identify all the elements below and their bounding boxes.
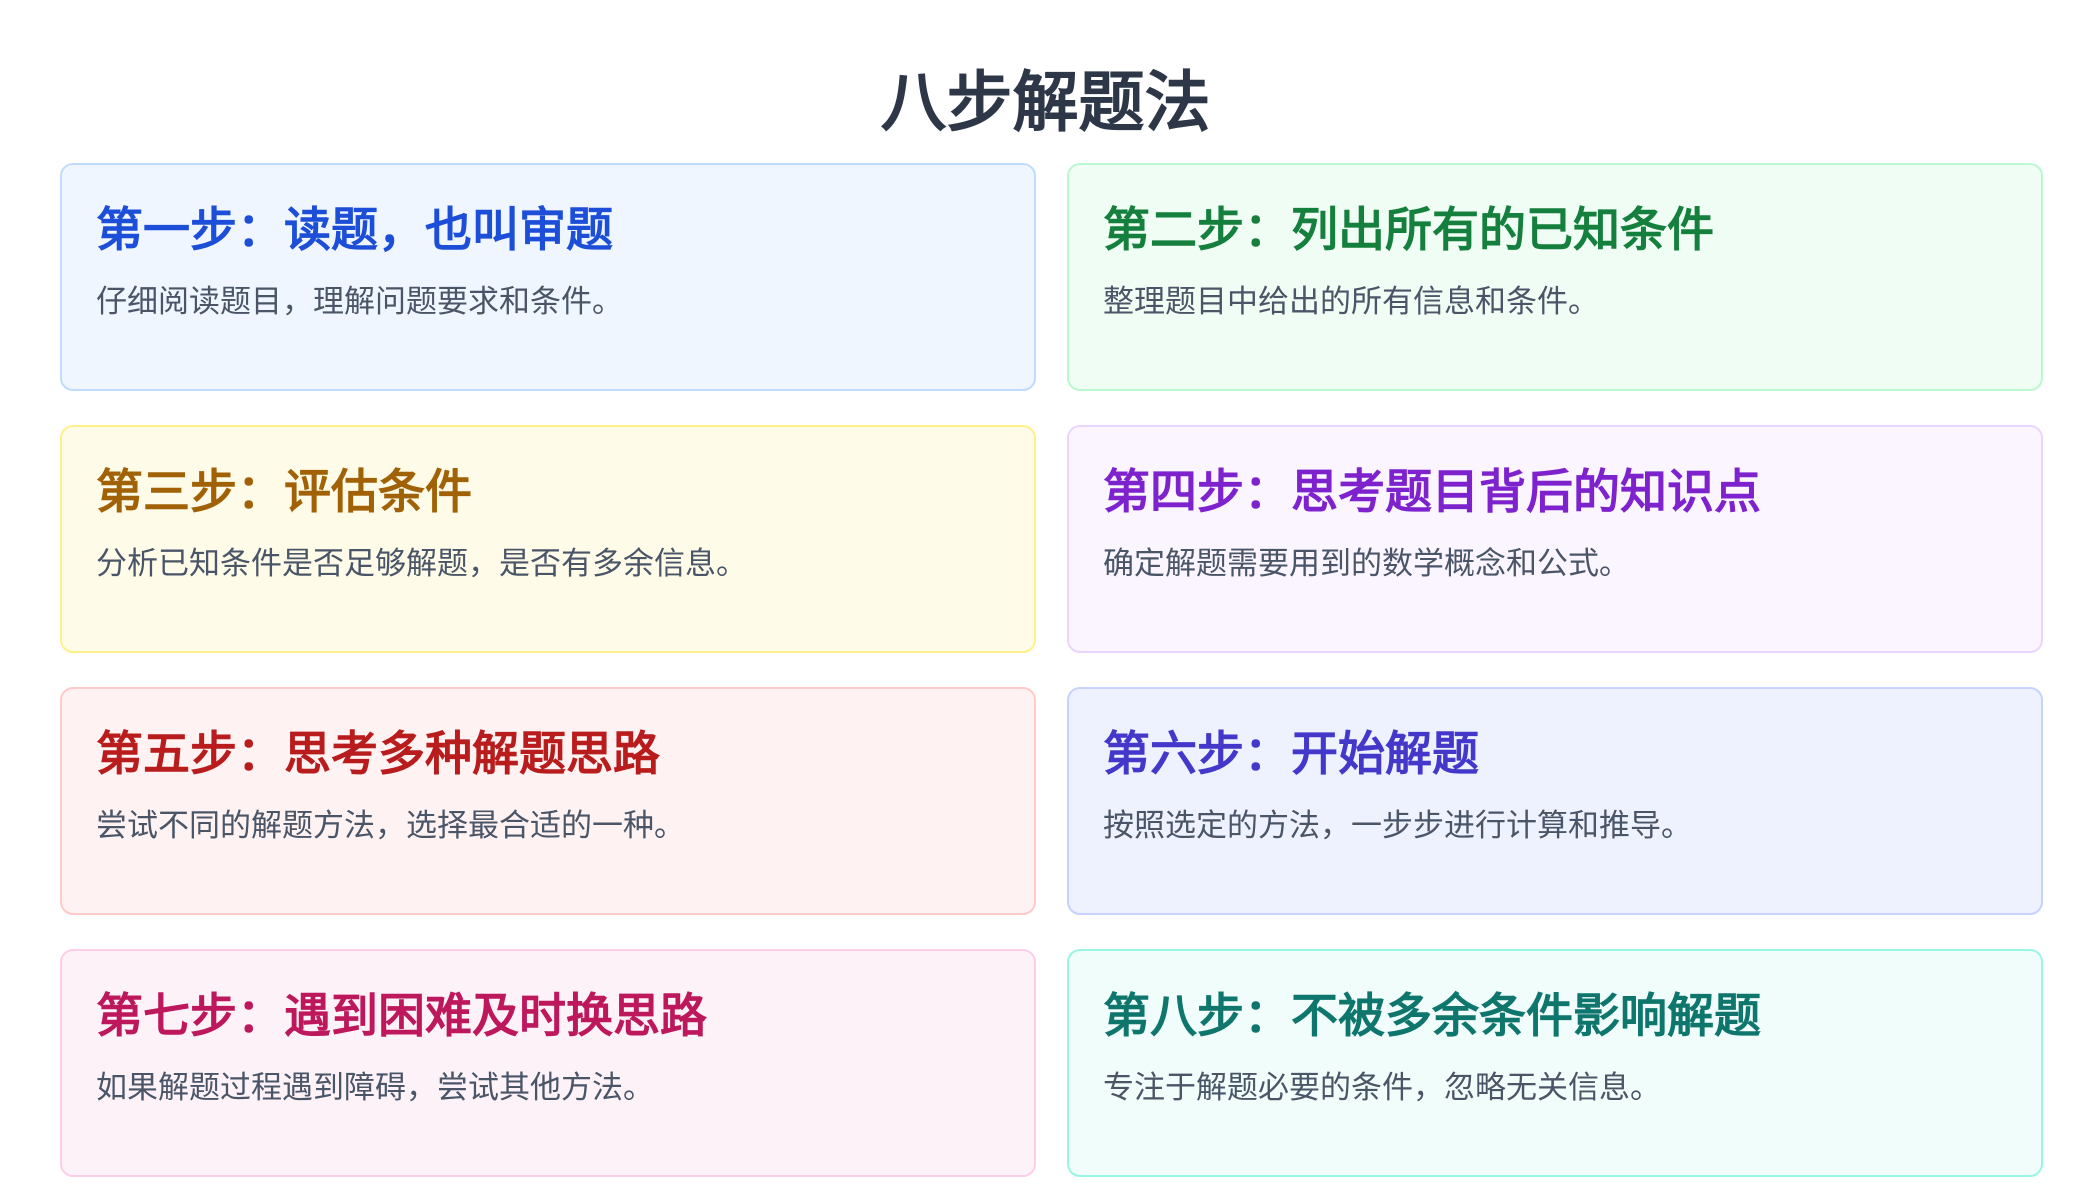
step-title: 第七步：遇到困难及时换思路 (96, 989, 707, 1044)
step-card-6: 第六步：开始解题 按照选定的方法，一步步进行计算和推导。 (1067, 687, 2043, 915)
step-title: 第六步：开始解题 (1103, 727, 1479, 782)
step-description: 整理题目中给出的所有信息和条件。 (1103, 284, 1599, 320)
step-title: 第一步：读题，也叫审题 (96, 203, 613, 258)
step-title: 第八步：不被多余条件影响解题 (1103, 989, 1761, 1044)
step-description: 仔细阅读题目，理解问题要求和条件。 (96, 284, 623, 320)
step-description: 尝试不同的解题方法，选择最合适的一种。 (96, 808, 685, 844)
step-card-8: 第八步：不被多余条件影响解题 专注于解题必要的条件，忽略无关信息。 (1067, 949, 2043, 1177)
step-description: 分析已知条件是否足够解题，是否有多余信息。 (96, 546, 747, 582)
page-title: 八步解题法 (880, 64, 1211, 141)
steps-grid: 第一步：读题，也叫审题 仔细阅读题目，理解问题要求和条件。 第二步：列出所有的已… (60, 163, 2043, 1177)
step-card-1: 第一步：读题，也叫审题 仔细阅读题目，理解问题要求和条件。 (60, 163, 1036, 391)
step-card-5: 第五步：思考多种解题思路 尝试不同的解题方法，选择最合适的一种。 (60, 687, 1036, 915)
step-card-4: 第四步：思考题目背后的知识点 确定解题需要用到的数学概念和公式。 (1067, 425, 2043, 653)
step-card-7: 第七步：遇到困难及时换思路 如果解题过程遇到障碍，尝试其他方法。 (60, 949, 1036, 1177)
step-title: 第五步：思考多种解题思路 (96, 727, 660, 782)
step-description: 如果解题过程遇到障碍，尝试其他方法。 (96, 1070, 654, 1106)
step-title: 第三步：评估条件 (96, 465, 472, 520)
step-description: 专注于解题必要的条件，忽略无关信息。 (1103, 1070, 1661, 1106)
step-card-2: 第二步：列出所有的已知条件 整理题目中给出的所有信息和条件。 (1067, 163, 2043, 391)
step-card-3: 第三步：评估条件 分析已知条件是否足够解题，是否有多余信息。 (60, 425, 1036, 653)
step-description: 按照选定的方法，一步步进行计算和推导。 (1103, 808, 1692, 844)
step-title: 第二步：列出所有的已知条件 (1103, 203, 1714, 258)
step-description: 确定解题需要用到的数学概念和公式。 (1103, 546, 1630, 582)
step-title: 第四步：思考题目背后的知识点 (1103, 465, 1761, 520)
